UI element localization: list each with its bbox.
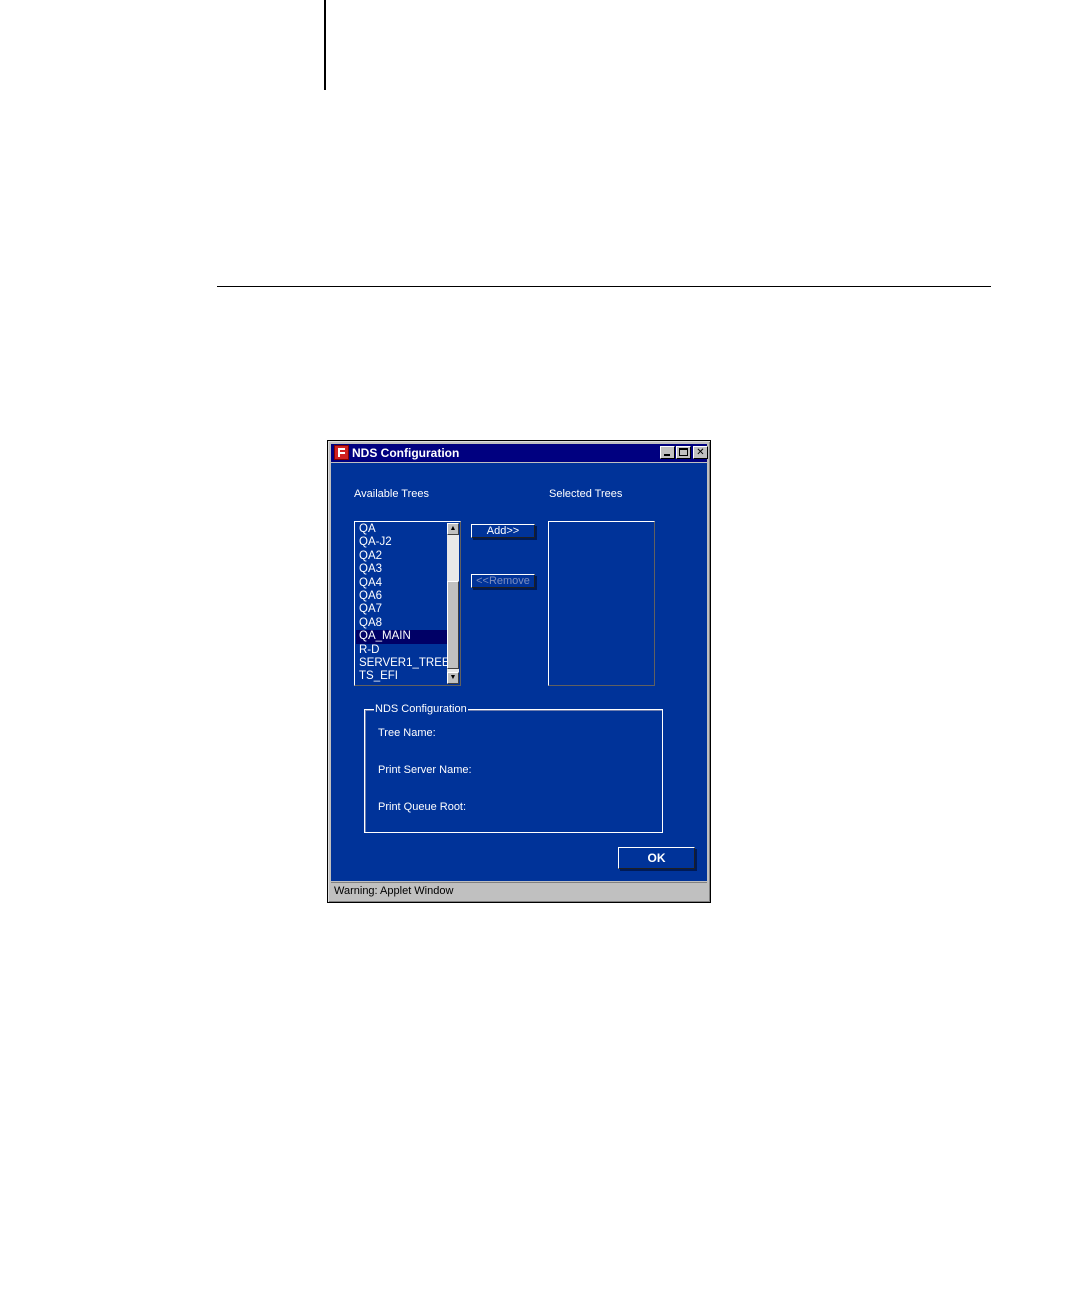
list-item[interactable]: TS_EFI [356, 670, 448, 683]
app-icon[interactable] [334, 445, 349, 460]
list-item[interactable]: QA7 [356, 603, 448, 616]
ok-button[interactable]: OK [618, 847, 695, 869]
tree-name-label: Tree Name: [378, 727, 436, 739]
page-horizontal-rule [217, 286, 991, 287]
available-trees-list[interactable]: QA QA-J2 QA2 QA3 QA4 QA6 QA7 QA8 QA_MAIN R-D SERVE… [354, 521, 461, 686]
maximize-icon [679, 448, 688, 456]
list-item[interactable]: R-D [356, 644, 448, 657]
nds-configuration-group: NDS Configuration Tree Name: Print Serve… [364, 703, 663, 833]
page-vertical-rule [324, 0, 326, 90]
window-title: NDS Configuration [352, 446, 460, 460]
maximize-button[interactable] [676, 446, 691, 459]
available-trees-scrollbar[interactable]: ▲ ▼ [447, 523, 459, 684]
remove-button[interactable]: <<Remove [471, 574, 535, 588]
list-item[interactable]: QA-J2 [356, 536, 448, 549]
list-item[interactable]: SERVER1_TREE [356, 657, 450, 670]
print-queue-root-label: Print Queue Root: [378, 801, 467, 813]
selected-trees-label: Selected Trees [549, 488, 623, 500]
minimize-icon [664, 454, 670, 456]
group-legend: NDS Configuration [374, 703, 468, 715]
dialog-body: Available Trees Selected Trees QA QA-J2 QA… [331, 463, 707, 881]
list-item[interactable]: QA_MAIN [356, 630, 448, 644]
list-item[interactable]: QA8 [356, 617, 448, 630]
status-text: Warning: Applet Window [334, 885, 454, 897]
scroll-down-arrow-icon[interactable]: ▼ [447, 672, 459, 684]
title-bar[interactable]: NDS Configuration ✕ [331, 444, 708, 462]
selected-trees-list[interactable] [548, 521, 655, 686]
close-button[interactable]: ✕ [693, 446, 708, 459]
list-item[interactable]: QA6 [356, 590, 448, 603]
add-button[interactable]: Add>> [471, 524, 535, 538]
nds-configuration-window: NDS Configuration ✕ Available Trees Sele… [327, 440, 711, 903]
close-icon: ✕ [696, 447, 705, 458]
list-item[interactable]: QA4 [356, 577, 448, 590]
available-trees-label: Available Trees [354, 488, 430, 500]
print-server-name-label: Print Server Name: [378, 764, 472, 776]
status-bar: Warning: Applet Window [331, 882, 707, 899]
minimize-button[interactable] [660, 446, 675, 459]
scroll-up-arrow-icon[interactable]: ▲ [447, 523, 459, 535]
scroll-thumb[interactable] [447, 581, 459, 669]
list-item[interactable]: QA2 [356, 550, 448, 563]
available-trees-items: QA QA-J2 QA2 QA3 QA4 QA6 QA7 QA8 QA_MAIN R-D SERVE… [356, 523, 450, 684]
list-item[interactable]: QA3 [356, 563, 448, 576]
list-item[interactable]: QA [356, 523, 448, 536]
